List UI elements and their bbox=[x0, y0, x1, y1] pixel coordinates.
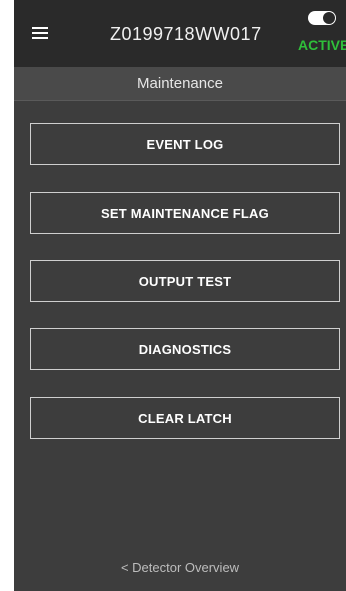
active-toggle[interactable] bbox=[308, 11, 336, 25]
event-log-button[interactable]: EVENT LOG bbox=[30, 123, 340, 165]
clear-latch-label: CLEAR LATCH bbox=[138, 410, 232, 426]
status-label: ACTIVE bbox=[298, 37, 346, 53]
output-test-button[interactable]: OUTPUT TEST bbox=[30, 260, 340, 302]
diagnostics-button[interactable]: DIAGNOSTICS bbox=[30, 328, 340, 370]
clear-latch-button[interactable]: CLEAR LATCH bbox=[30, 397, 340, 439]
output-test-label: OUTPUT TEST bbox=[138, 273, 232, 289]
event-log-label: EVENT LOG bbox=[146, 136, 224, 152]
top-bar: Z0199718WW017 ACTIVE bbox=[14, 0, 346, 67]
set-maintenance-flag-button[interactable]: SET MAINTENANCE FLAG bbox=[30, 192, 340, 234]
toggle-knob bbox=[323, 12, 335, 24]
hamburger-menu-icon[interactable] bbox=[32, 27, 48, 39]
app-screen: Z0199718WW017 ACTIVE Maintenance EVENT L… bbox=[14, 0, 346, 591]
diagnostics-label: DIAGNOSTICS bbox=[138, 341, 232, 357]
device-id: Z0199718WW017 bbox=[110, 24, 262, 44]
detector-overview-back-link[interactable]: < Detector Overview bbox=[14, 560, 346, 575]
page-title: Maintenance bbox=[14, 67, 346, 101]
set-maintenance-flag-label: SET MAINTENANCE FLAG bbox=[101, 205, 269, 221]
